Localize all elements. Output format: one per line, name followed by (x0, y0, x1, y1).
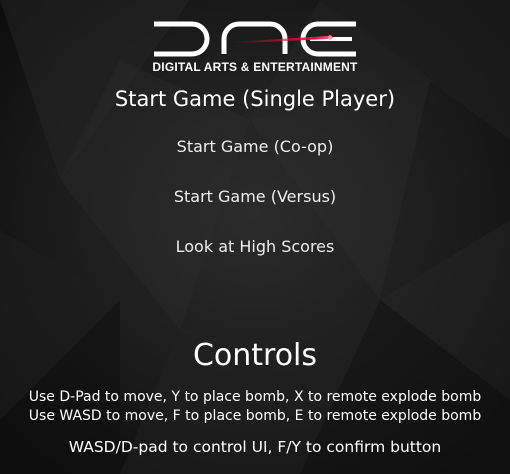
controls-ui-line: WASD/D-pad to control UI, F/Y to confirm… (68, 438, 442, 456)
menu-start-versus[interactable]: Start Game (Versus) (0, 185, 510, 209)
menu-start-single-player[interactable]: Start Game (Single Player) (0, 84, 510, 114)
logo-tagline: DIGITAL ARTS & ENTERTAINMENT (152, 60, 358, 74)
menu-high-scores[interactable]: Look at High Scores (0, 235, 510, 259)
controls-keyboard-line: Use WASD to move, F to place bomb, E to … (28, 408, 482, 424)
dae-logo: DIGITAL ARTS & ENTERTAINMENT (148, 20, 362, 76)
dae-logo-mark (154, 21, 356, 57)
controls-heading: Controls (192, 338, 318, 373)
menu-start-coop[interactable]: Start Game (Co-op) (0, 135, 510, 159)
controls-gamepad-line: Use D-Pad to move, Y to place bomb, X to… (28, 389, 482, 405)
